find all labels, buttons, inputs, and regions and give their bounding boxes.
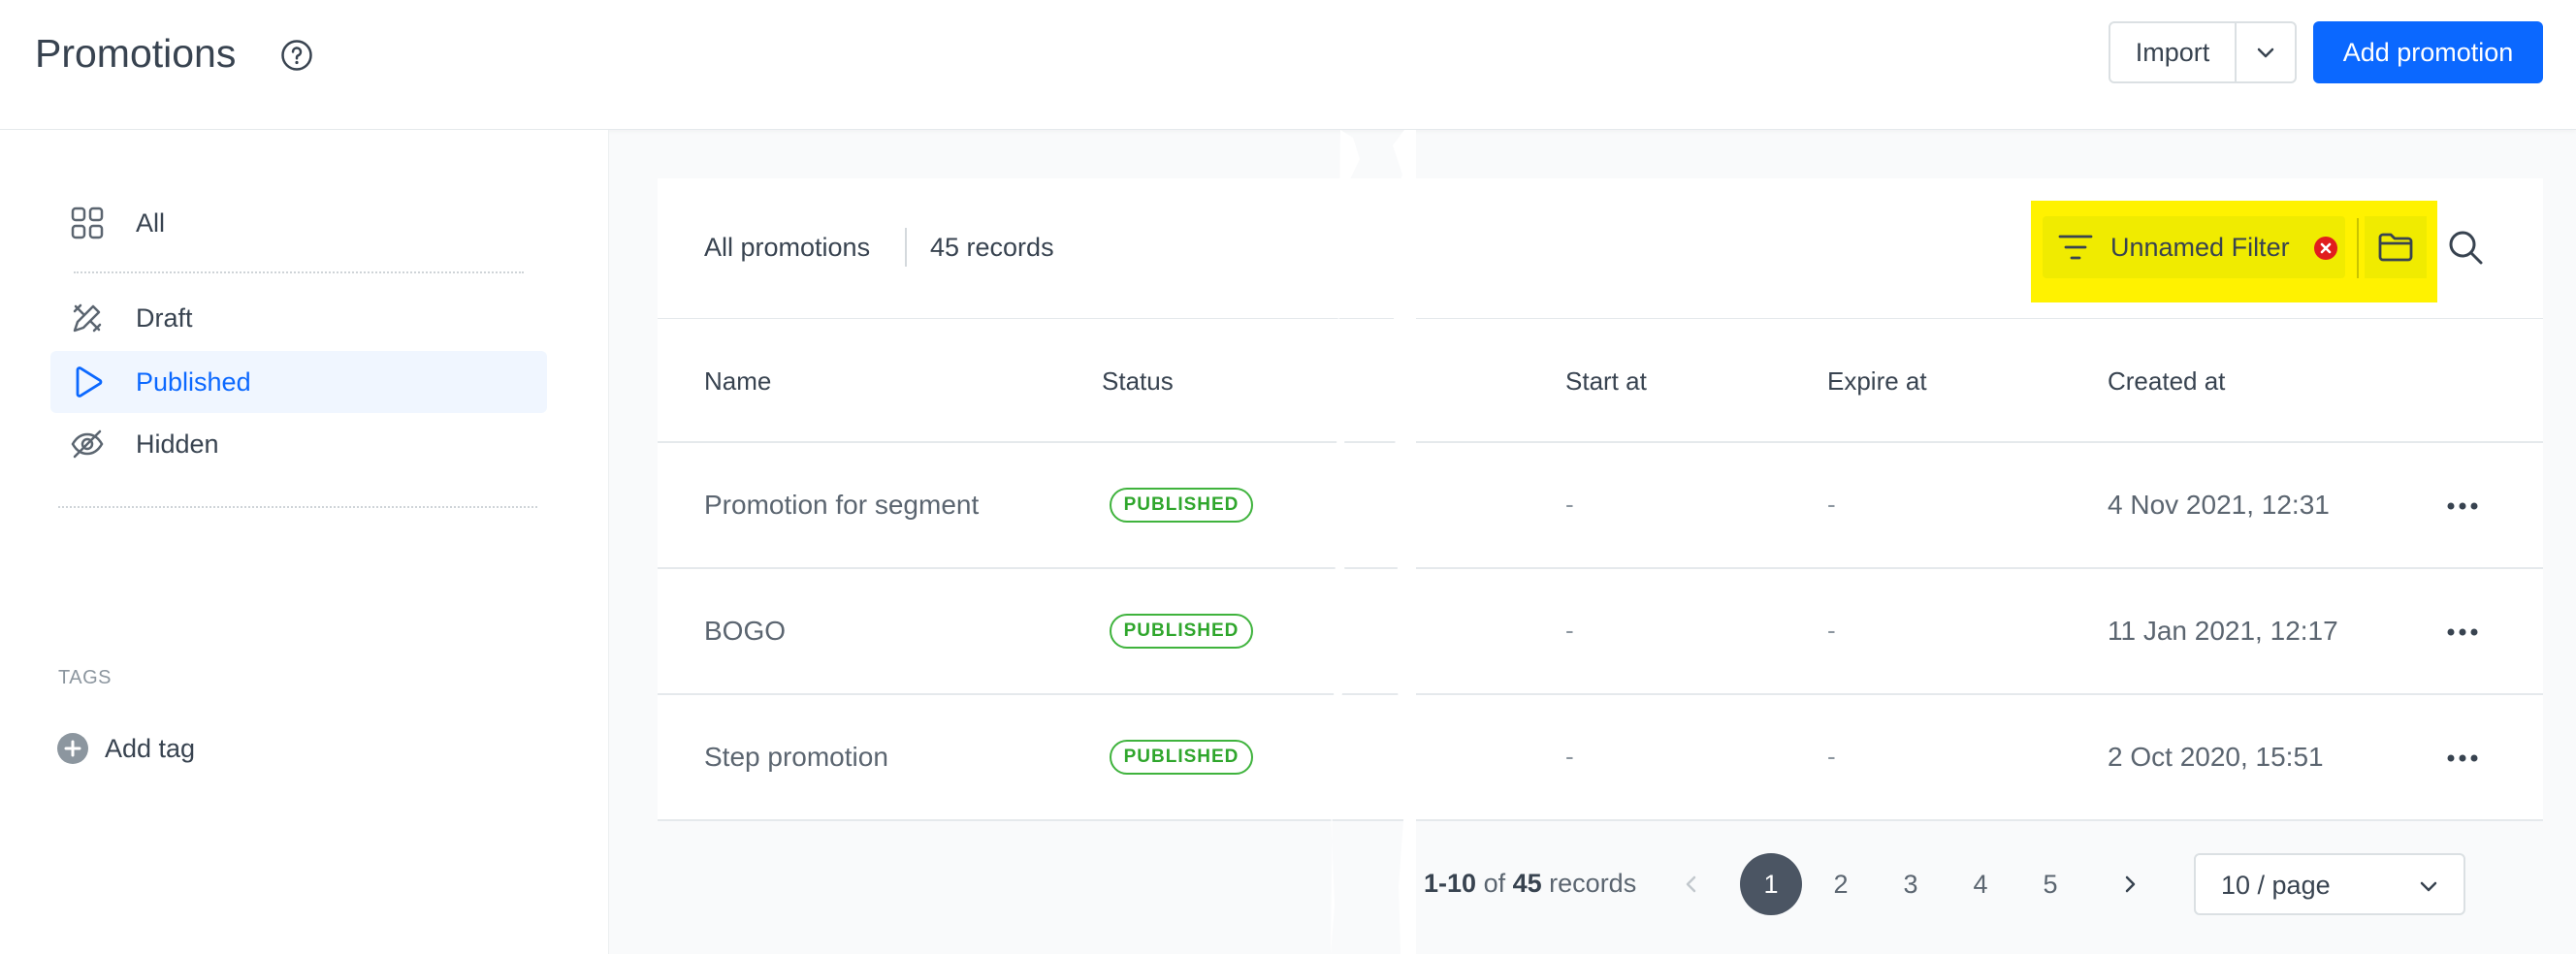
add-tag-label: Add tag	[105, 733, 196, 763]
page-button-5[interactable]: 5	[2019, 853, 2081, 915]
sidebar-item-label: Draft	[136, 302, 193, 333]
add-tag-button[interactable]: Add tag	[56, 731, 195, 766]
start-date: -	[1565, 742, 1574, 771]
plus-circle-icon	[57, 733, 88, 764]
search-icon[interactable]	[2446, 228, 2485, 267]
sidebar-item-draft[interactable]: Draft	[50, 287, 547, 349]
status-badge: PUBLISHED	[1110, 614, 1253, 649]
divider	[74, 271, 524, 273]
created-date: 2 Oct 2020, 15:51	[2108, 742, 2324, 772]
table-row[interactable]: BOGO PUBLISHED - - 11 Jan 2021, 12:17	[658, 569, 2543, 695]
sidebar: All Draft Published Hidden TAGS Add tag	[0, 130, 609, 954]
eye-off-icon	[71, 429, 104, 459]
page-button-3[interactable]: 3	[1880, 853, 1942, 915]
list-toolbar: All promotions 45 records Unnamed Filter	[658, 178, 2543, 319]
import-button-group: Import	[2109, 21, 2297, 83]
pagination-records-word: records	[1549, 869, 1637, 898]
sidebar-item-hidden[interactable]: Hidden	[50, 413, 547, 475]
status-badge: PUBLISHED	[1110, 488, 1253, 523]
chevron-right-icon[interactable]	[2116, 871, 2143, 898]
created-date: 4 Nov 2021, 12:31	[2108, 490, 2330, 520]
table-header: Name Status Start at Expire at Created a…	[658, 320, 2543, 443]
divider	[2357, 218, 2359, 278]
pagination-summary: 1-10 of 45 records	[1424, 869, 1636, 899]
page-size-select[interactable]: 10 / page	[2194, 853, 2465, 915]
expire-date: -	[1827, 742, 1836, 771]
pagination-total: 45	[1512, 869, 1542, 898]
page-header: Promotions Import Add promotion	[0, 0, 2576, 130]
divider	[58, 506, 537, 508]
page-title: Promotions	[35, 31, 237, 76]
add-promotion-button[interactable]: Add promotion	[2313, 21, 2543, 83]
filter-chip[interactable]: Unnamed Filter	[2043, 216, 2345, 278]
expire-date: -	[1827, 490, 1836, 519]
sidebar-item-all[interactable]: All	[50, 192, 547, 254]
filter-icon	[2058, 235, 2093, 260]
chevron-left-icon[interactable]	[1678, 871, 1705, 898]
promotion-name[interactable]: Step promotion	[704, 742, 888, 773]
column-header-created[interactable]: Created at	[2108, 366, 2225, 397]
sidebar-item-label: Published	[136, 366, 251, 397]
page-size-value: 10 / page	[2221, 871, 2331, 900]
table-row[interactable]: Step promotion PUBLISHED - - 2 Oct 2020,…	[658, 695, 2543, 821]
page-button-4[interactable]: 4	[1949, 853, 2012, 915]
promotion-name[interactable]: Promotion for segment	[704, 490, 979, 521]
record-count: 45 records	[930, 233, 1054, 262]
chevron-down-icon	[2420, 881, 2437, 892]
table-row[interactable]: Promotion for segment PUBLISHED - - 4 No…	[658, 443, 2543, 569]
column-header-expire[interactable]: Expire at	[1827, 366, 1927, 397]
created-date: 11 Jan 2021, 12:17	[2108, 616, 2338, 646]
tags-section-title: TAGS	[58, 667, 112, 688]
torn-edge-gap	[1331, 130, 1416, 954]
sidebar-item-label: All	[136, 207, 166, 238]
clear-filter-icon[interactable]	[2314, 237, 2337, 260]
sidebar-item-label: Hidden	[136, 429, 219, 459]
pagination-range: 1-10	[1424, 869, 1477, 898]
page-button-2[interactable]: 2	[1810, 853, 1872, 915]
more-options-icon[interactable]	[2442, 618, 2483, 647]
help-icon[interactable]	[280, 39, 313, 72]
start-date: -	[1565, 490, 1574, 519]
list-title: All promotions	[704, 233, 871, 262]
sidebar-item-published[interactable]: Published	[50, 351, 547, 413]
expire-date: -	[1827, 616, 1836, 645]
saved-filters-button[interactable]	[2365, 216, 2427, 278]
play-icon	[76, 366, 103, 398]
chevron-down-icon	[2257, 48, 2274, 58]
status-badge: PUBLISHED	[1110, 740, 1253, 775]
filter-name: Unnamed Filter	[2110, 232, 2290, 262]
folder-icon	[2378, 233, 2413, 262]
page-button-1[interactable]: 1	[1740, 853, 1802, 915]
import-dropdown-button[interactable]	[2237, 23, 2295, 81]
more-options-icon[interactable]	[2442, 744, 2483, 773]
import-button[interactable]: Import	[2110, 23, 2237, 81]
divider	[905, 228, 907, 267]
promotions-card: All promotions 45 records Unnamed Filter	[658, 178, 2543, 821]
promotion-name[interactable]: BOGO	[704, 616, 786, 647]
more-options-icon[interactable]	[2442, 492, 2483, 521]
grid-icon	[71, 207, 104, 239]
pagination-of: of	[1483, 869, 1506, 898]
start-date: -	[1565, 616, 1574, 645]
column-header-start[interactable]: Start at	[1565, 366, 1647, 397]
column-header-name[interactable]: Name	[704, 366, 771, 397]
column-header-status[interactable]: Status	[1102, 366, 1174, 397]
pencil-ruler-icon	[73, 303, 102, 333]
